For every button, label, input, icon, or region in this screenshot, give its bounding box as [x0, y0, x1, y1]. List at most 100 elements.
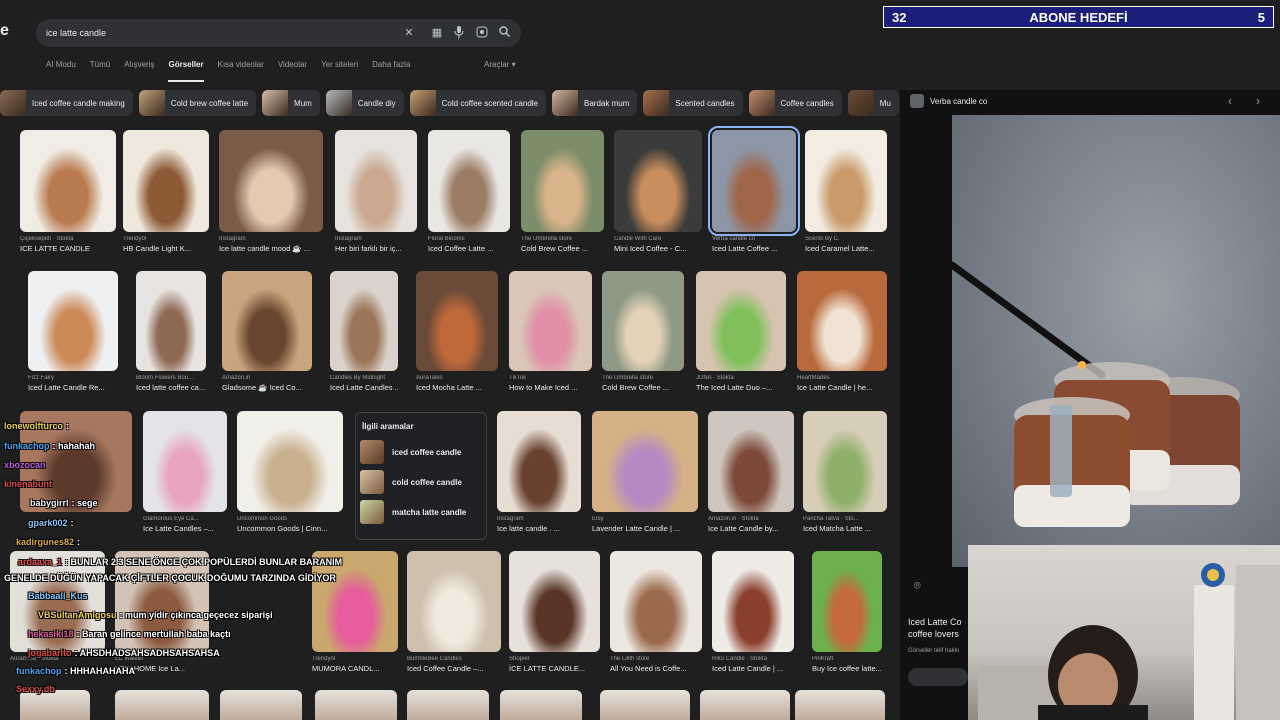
result-caption[interactable]: Iced Latte Coffee ... [712, 244, 796, 253]
result-caption[interactable]: The Iced Latte Duo –... [696, 383, 786, 392]
result-thumbnail[interactable] [592, 411, 698, 512]
image-result-card[interactable] [500, 690, 582, 720]
image-result-card[interactable] [700, 690, 790, 720]
related-item[interactable]: iced coffee candle [356, 437, 486, 467]
image-result-card[interactable]: TikTok How to Make Iced ... [509, 271, 592, 392]
result-source[interactable]: Instagram [219, 236, 323, 242]
result-caption[interactable]: Ice Latte Candle by... [708, 524, 794, 533]
image-result-card[interactable]: Fizz Fairy Iced Latte Candle Re... [28, 271, 118, 392]
result-source[interactable]: Bloom Flowers Bou... [136, 375, 206, 381]
result-caption[interactable]: Buy Ice coffee latte... [812, 664, 882, 673]
image-result-card[interactable]: The Umbrella store Cold Brew Coffee ... [602, 271, 684, 392]
result-source[interactable]: AuraTales [416, 375, 498, 381]
tab-item[interactable]: Tümü [90, 60, 110, 76]
image-result-card[interactable]: Pancha Tatva · Sto... Iced Matcha Latte .… [803, 411, 887, 533]
result-caption[interactable]: ICE LATTE CANDLE [20, 244, 116, 253]
result-caption[interactable]: Iced Latte Candle | ... [712, 664, 794, 673]
image-result-card[interactable]: PinKraft Buy Ice coffee latte... [812, 551, 882, 673]
result-thumbnail[interactable] [712, 551, 794, 652]
related-item[interactable]: matcha latte candle [356, 497, 486, 527]
result-source[interactable]: Fizz Fairy [28, 375, 118, 381]
image-result-card[interactable]: The Lilith store All You Need is Coffe... [610, 551, 702, 673]
result-thumbnail[interactable] [219, 130, 323, 232]
result-source[interactable]: The Lilith store [610, 656, 702, 662]
result-caption[interactable]: HB Candle Light K... [123, 244, 209, 253]
result-thumbnail[interactable] [407, 551, 501, 652]
result-thumbnail[interactable] [614, 130, 702, 232]
next-icon[interactable]: › [1256, 94, 1260, 108]
image-result-card[interactable]: Amazon.in · Stokta Ice Latte Candle by... [708, 411, 794, 533]
image-result-card[interactable]: Çiçeksepeti · Stokta ICE LATTE CANDLE [20, 130, 116, 253]
result-thumbnail[interactable] [136, 271, 206, 371]
result-source[interactable]: Riko Candle · Stokta [712, 656, 794, 662]
image-result-card[interactable] [407, 690, 489, 720]
search-icon[interactable] [497, 26, 511, 40]
tab-item[interactable]: Kısa videolar [218, 60, 264, 76]
suggestion-chip[interactable]: Coffee candles [748, 90, 842, 116]
result-thumbnail[interactable] [428, 130, 510, 232]
result-source[interactable]: Instagram [497, 516, 581, 522]
image-result-card[interactable] [600, 690, 690, 720]
image-result-card[interactable]: The Umbrella store Cold Brew Coffee ... [521, 130, 604, 253]
result-source[interactable]: Çiçeksepeti · Stokta [20, 236, 116, 242]
result-caption[interactable]: How to Make Iced ... [509, 383, 592, 392]
result-thumbnail[interactable] [610, 551, 702, 652]
image-result-card[interactable]: Bloom Flowers Bou... Iced latte coffee ca… [136, 271, 206, 392]
result-caption[interactable]: Lavender Latte Candle | ... [592, 524, 698, 533]
visit-button[interactable] [908, 668, 968, 686]
result-caption[interactable]: Iced latte coffee ca... [136, 383, 206, 392]
result-caption[interactable]: Gladsome ☕ Iced Co... [222, 383, 312, 392]
result-thumbnail[interactable] [700, 690, 790, 720]
result-thumbnail[interactable] [28, 271, 118, 371]
image-result-card[interactable]: BumbleBee Candles Iced Coffee Candle –... [407, 551, 501, 673]
result-source[interactable]: Instagram [335, 236, 417, 242]
result-thumbnail[interactable] [696, 271, 786, 371]
result-source[interactable]: Shopier [509, 656, 600, 662]
image-result-card[interactable]: Etsy Lavender Latte Candle | ... [592, 411, 698, 533]
preview-title[interactable]: Iced Latte Co coffee lovers [908, 616, 972, 640]
result-thumbnail[interactable] [812, 551, 882, 652]
result-caption[interactable]: Iced Latte Candles ... [330, 383, 398, 392]
result-source[interactable]: JUNA · Stokta [696, 375, 786, 381]
result-caption[interactable]: Cold Brew Coffee ... [521, 244, 604, 253]
suggestion-chip[interactable]: Cold coffee scented candle [409, 90, 547, 116]
related-item[interactable]: cold coffee candle [356, 467, 486, 497]
result-source[interactable]: Etsy [592, 516, 698, 522]
image-result-card[interactable]: Amazon.in Gladsome ☕ Iced Co... [222, 271, 312, 392]
tab-item[interactable]: Yer siteleri [321, 60, 358, 76]
lens-search-icon[interactable]: ⌾ [914, 580, 921, 593]
result-source[interactable]: Pancha Tatva · Sto... [803, 516, 887, 522]
result-caption[interactable]: Ice latte candle . ... [497, 524, 581, 533]
result-source[interactable]: Trendyol [123, 236, 209, 242]
result-thumbnail[interactable] [805, 130, 887, 232]
result-source[interactable]: The Umbrella store [602, 375, 684, 381]
result-caption[interactable]: Iced Coffee Latte ... [428, 244, 510, 253]
result-thumbnail[interactable] [600, 690, 690, 720]
tab-item[interactable]: Görseller [168, 60, 204, 82]
preview-image[interactable] [952, 115, 1280, 567]
image-result-card[interactable]: Verba candle co Iced Latte Coffee ... [708, 126, 800, 253]
result-thumbnail[interactable] [803, 411, 887, 512]
result-caption[interactable]: İCE LATTE CANDLE... [509, 664, 600, 673]
result-caption[interactable]: Ice latte candle mood ☕ ... [219, 244, 323, 253]
result-caption[interactable]: Iced Latte Candle Re... [28, 383, 118, 392]
suggestion-chip[interactable]: Mum [262, 90, 320, 116]
image-result-card[interactable]: AuraTales Iced Mocha Latte ... [416, 271, 498, 392]
suggestion-chip[interactable]: Candle diy [325, 90, 404, 116]
result-thumbnail[interactable] [416, 271, 498, 371]
result-source[interactable]: Scents By C. [805, 236, 887, 242]
result-thumbnail[interactable] [509, 271, 592, 371]
suggestion-chip[interactable]: Scented candles [643, 90, 743, 116]
result-thumbnail[interactable] [222, 271, 312, 371]
result-source[interactable]: Amazon.in [222, 375, 312, 381]
tab-item[interactable]: Videolar [278, 60, 307, 76]
tools-button[interactable]: Araçlar ▾ [484, 60, 516, 69]
result-source[interactable]: The Umbrella store [521, 236, 604, 242]
previous-icon[interactable]: ‹ [1228, 94, 1232, 108]
result-source[interactable]: Candle With Care [614, 236, 702, 242]
suggestion-chip[interactable]: Bardak mum [552, 90, 638, 116]
search-box[interactable]: ✕ ▦ [36, 19, 521, 47]
tab-item[interactable]: Alışveriş [124, 60, 154, 76]
image-result-card[interactable]: HeartMades Ice Latte Candle | he... [797, 271, 887, 392]
keyboard-icon[interactable]: ▦ [430, 26, 444, 40]
